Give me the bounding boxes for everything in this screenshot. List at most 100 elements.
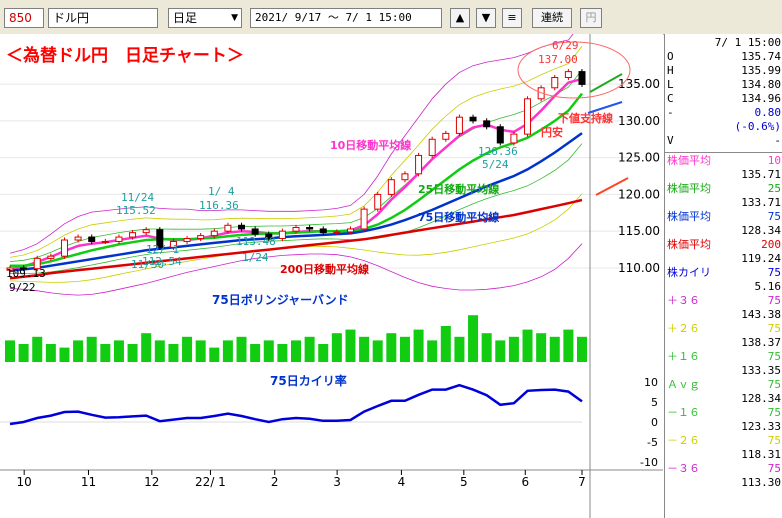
- volume-bar: [345, 329, 356, 362]
- candle-body: [60, 239, 68, 257]
- indicator-value-row: 128.34: [667, 224, 781, 238]
- candle-body: [47, 255, 55, 259]
- indicator-param: 75: [767, 210, 781, 223]
- volume-bar: [154, 340, 165, 362]
- volume-bar: [563, 329, 574, 362]
- volume-bar: [318, 344, 329, 362]
- indicator-value: 138.37: [741, 336, 781, 349]
- indicator-param: 75: [767, 322, 781, 335]
- chart-svg: 135.00 130.00 125.00 120.00 115.00 110.00 10 5 0…: [0, 34, 663, 518]
- y-tick-label: 130.00: [618, 114, 660, 128]
- candle-body: [88, 236, 96, 242]
- y-tick-label: 110.00: [618, 261, 660, 275]
- candle-body: [374, 193, 382, 210]
- panel-datetime-value: 7/ 1 15:00: [714, 36, 781, 49]
- annotation-date: 11/30: [131, 258, 164, 271]
- volume-bar: [495, 340, 506, 362]
- volume-bar: [32, 336, 43, 362]
- indicator-value-row: 118.31: [667, 448, 781, 462]
- x-tick-label: 4: [398, 475, 406, 489]
- x-tick-label: 22/ 1: [195, 475, 226, 489]
- period-select[interactable]: 日足 ▼: [168, 8, 242, 28]
- candle-body: [251, 228, 259, 235]
- candle-body: [101, 240, 109, 243]
- x-tick-label: 11: [81, 475, 96, 489]
- indicator-name: Ａｖｇ: [667, 378, 700, 391]
- indicator-row: ＋２６ 75: [667, 322, 781, 336]
- indicator-name: 株価平均: [667, 210, 711, 223]
- x-tick-label: 3: [333, 475, 341, 489]
- date-range-field[interactable]: 2021/ 9/17 ～ 7/ 1 15:00: [250, 8, 442, 28]
- yen-button[interactable]: 円: [580, 8, 602, 28]
- kairi-label: 75日カイリ率: [270, 373, 347, 388]
- y-tick-label: 135.00: [618, 77, 660, 91]
- ma25-label: 25日移動平均線: [418, 182, 499, 196]
- chart-background: [0, 34, 663, 518]
- indicator-value-row: 143.38: [667, 308, 781, 322]
- volume-bar: [454, 336, 465, 362]
- volume-bar: [86, 336, 97, 362]
- ohlc-key: L: [667, 78, 674, 91]
- volume-bar: [481, 333, 492, 362]
- symbol-name-field[interactable]: ドル円: [48, 8, 158, 28]
- indicator-value: 113.30: [741, 476, 781, 489]
- indicator-value-row: 113.30: [667, 476, 781, 490]
- volume-bar: [331, 333, 342, 362]
- scroll-up-button[interactable]: ▲: [450, 8, 470, 28]
- volume-bar: [577, 336, 587, 362]
- volume-bar: [45, 344, 56, 362]
- indicator-row: 株価平均 25: [667, 182, 781, 196]
- volume-bar: [386, 333, 397, 362]
- continuous-button[interactable]: 連続: [532, 8, 572, 28]
- indicator-row: －２６ 75: [667, 434, 781, 448]
- ohlc-key: V: [667, 134, 674, 147]
- indicator-value-row: 123.33: [667, 420, 781, 434]
- menu-button[interactable]: ≡: [502, 8, 522, 28]
- annotation-price: 116.36: [199, 199, 239, 212]
- indicator-value: 135.71: [741, 168, 781, 181]
- candle-body: [278, 230, 286, 240]
- candle-body: [319, 228, 327, 234]
- volume-bar: [399, 336, 410, 362]
- indicator-name: ＋２６: [667, 322, 700, 335]
- annotation-price: 137.00: [538, 53, 578, 66]
- yen-weak-label: 円安: [541, 125, 563, 139]
- candle-body: [387, 179, 395, 195]
- ohlc-value: 135.74: [741, 50, 781, 63]
- code-input[interactable]: 850: [4, 8, 44, 28]
- indicator-value-row: 5.16: [667, 280, 782, 294]
- volume-bar: [427, 340, 438, 362]
- scroll-down-button[interactable]: ▼: [476, 8, 496, 28]
- candle-body: [578, 71, 586, 85]
- ohlc-row: H 135.99: [667, 64, 781, 78]
- indicator-param: 10: [767, 154, 781, 167]
- indicator-value-row: 133.71: [667, 196, 781, 210]
- indicator-value-row: 138.37: [667, 336, 781, 350]
- indicator-value-row: 135.71: [667, 168, 781, 182]
- annotation-date: 5/24: [482, 158, 509, 171]
- indicator-row: 株価平均 10: [667, 154, 781, 168]
- ohlc-value: 134.96: [741, 92, 781, 105]
- volume-bar: [536, 333, 547, 362]
- annotation-date: 6/29: [552, 39, 579, 52]
- volume-bar: [73, 340, 84, 362]
- volume-bar: [113, 340, 124, 362]
- x-tick-label: 7: [578, 475, 586, 489]
- indicator-value: 133.71: [741, 196, 781, 209]
- candle-body: [564, 71, 572, 78]
- ohlc-row: L 134.80: [667, 78, 781, 92]
- volume-bar: [182, 336, 193, 362]
- indicator-name: 株価平均: [667, 154, 711, 167]
- indicator-param: 75: [767, 406, 781, 419]
- x-tick-label: 12: [144, 475, 159, 489]
- ohlc-row: (-0.6%): [667, 120, 781, 134]
- candle-body: [401, 173, 409, 181]
- indicator-row: 株価平均 200: [667, 238, 781, 252]
- candle-body: [129, 232, 137, 238]
- candle-body: [496, 126, 504, 144]
- panel-datetime: 7/ 1 15:00: [667, 36, 781, 50]
- menu-icon: ≡: [507, 11, 517, 24]
- volume-bar: [127, 344, 138, 362]
- volume-bar: [18, 344, 29, 362]
- ohlc-key: O: [667, 50, 674, 63]
